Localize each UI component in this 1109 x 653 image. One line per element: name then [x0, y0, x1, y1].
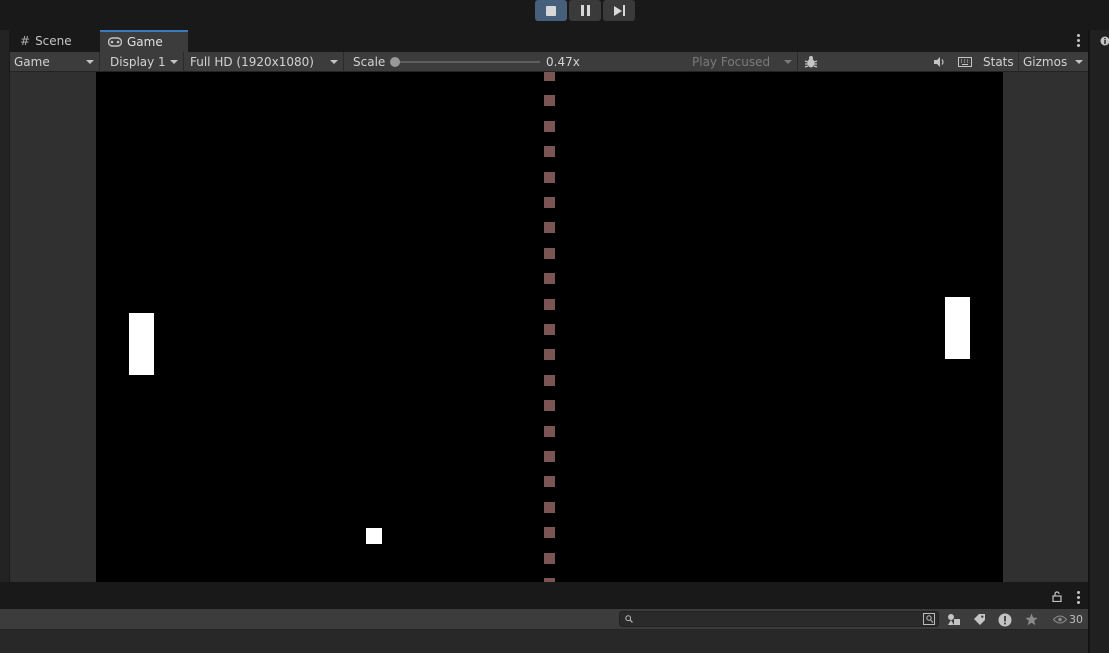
filter-by-label-button[interactable] — [969, 609, 989, 630]
tab-label: Game — [127, 35, 163, 49]
scale-label: Scale — [353, 55, 386, 69]
display-dropdown[interactable]: Display 1 — [106, 52, 184, 72]
star-icon — [1024, 613, 1038, 626]
favorites-button[interactable] — [1021, 609, 1041, 630]
errors-toggle[interactable] — [995, 609, 1015, 630]
exclamation-icon — [998, 613, 1012, 626]
net-dash — [544, 527, 555, 538]
net-dash — [544, 172, 555, 183]
stop-button[interactable] — [535, 0, 567, 21]
chevron-down-icon — [330, 60, 338, 64]
visible-count-value: 30 — [1069, 613, 1083, 626]
net-dash — [544, 476, 555, 487]
more-options-icon[interactable] — [1077, 591, 1080, 604]
net-dash — [544, 502, 555, 513]
scale-slider[interactable] — [395, 61, 540, 63]
chevron-down-icon — [1075, 60, 1083, 64]
tab-label: Scene — [35, 34, 72, 48]
play-focused-value: Play Focused — [692, 55, 771, 69]
chevron-down-icon — [86, 60, 94, 64]
resolution-value: Full HD (1920x1080) — [190, 55, 314, 69]
search-input[interactable] — [619, 611, 939, 627]
keyboard-icon — [958, 57, 972, 67]
net-dash — [544, 553, 555, 564]
net-dash — [544, 349, 555, 360]
net-dash — [544, 375, 555, 386]
gamepad-icon — [108, 37, 122, 47]
mute-audio-button[interactable] — [928, 52, 950, 72]
step-icon — [613, 5, 625, 16]
net-dash — [544, 324, 555, 335]
bottom-panel-header — [0, 582, 1088, 609]
gizmos-dropdown[interactable]: Gizmos — [1018, 52, 1088, 72]
shapes-icon — [948, 614, 960, 625]
net-dash — [544, 426, 555, 437]
ball — [366, 528, 382, 544]
inspector-panel-edge — [1088, 30, 1109, 653]
visibility-count[interactable]: 30 — [1050, 609, 1086, 630]
left-panel-edge — [0, 30, 10, 582]
play-controls — [0, 0, 1109, 30]
net-dash — [544, 222, 555, 233]
right-paddle — [945, 297, 970, 359]
net-dash — [544, 451, 555, 462]
net-dash — [544, 400, 555, 411]
lock-icon[interactable] — [1052, 591, 1062, 602]
chevron-down-icon — [170, 60, 178, 64]
stats-button[interactable]: Stats — [983, 52, 1014, 72]
bottom-toolbar: 30 — [0, 609, 1088, 630]
search-filter-icon[interactable] — [923, 613, 935, 625]
info-icon[interactable] — [1100, 36, 1109, 46]
net-dash — [544, 248, 555, 259]
net-dash — [544, 121, 555, 132]
left-paddle — [129, 313, 154, 375]
hash-icon: # — [20, 34, 31, 48]
game-canvas[interactable] — [96, 72, 1003, 582]
pause-button[interactable] — [569, 0, 601, 21]
bug-button[interactable] — [800, 52, 822, 72]
mode-dropdown[interactable]: Game — [10, 52, 100, 72]
eye-icon — [1053, 615, 1067, 624]
tag-icon — [973, 614, 985, 625]
bottom-panel-content — [0, 630, 1088, 653]
tab-game[interactable]: Game — [100, 30, 188, 52]
tab-bar: # Scene Game — [0, 30, 1088, 52]
net-dash — [544, 146, 555, 157]
tab-scene[interactable]: # Scene — [12, 30, 80, 52]
play-focused-dropdown[interactable]: Play Focused — [688, 52, 798, 72]
net-dash — [544, 197, 555, 208]
speaker-icon — [933, 57, 944, 67]
more-options-icon[interactable] — [1077, 34, 1080, 47]
net-dash — [544, 273, 555, 284]
net-dash — [544, 95, 555, 106]
mode-value: Game — [14, 55, 50, 69]
chevron-down-icon — [784, 60, 792, 64]
game-toolbar: Game Display 1 Full HD (1920x1080) Scale… — [0, 52, 1088, 72]
net-dash — [544, 72, 555, 81]
scale-value: 0.47x — [546, 55, 580, 69]
shortcuts-button[interactable] — [954, 52, 976, 72]
filter-by-type-button[interactable] — [944, 609, 964, 630]
display-value: Display 1 — [110, 55, 166, 69]
bug-icon — [804, 56, 818, 68]
search-icon — [625, 615, 633, 623]
pause-icon — [580, 5, 590, 16]
net-dash — [544, 299, 555, 310]
scale-slider-handle[interactable] — [390, 57, 400, 67]
resolution-dropdown[interactable]: Full HD (1920x1080) — [186, 52, 344, 72]
step-button[interactable] — [603, 0, 635, 21]
stop-icon — [546, 5, 556, 16]
gizmos-label: Gizmos — [1023, 55, 1068, 69]
